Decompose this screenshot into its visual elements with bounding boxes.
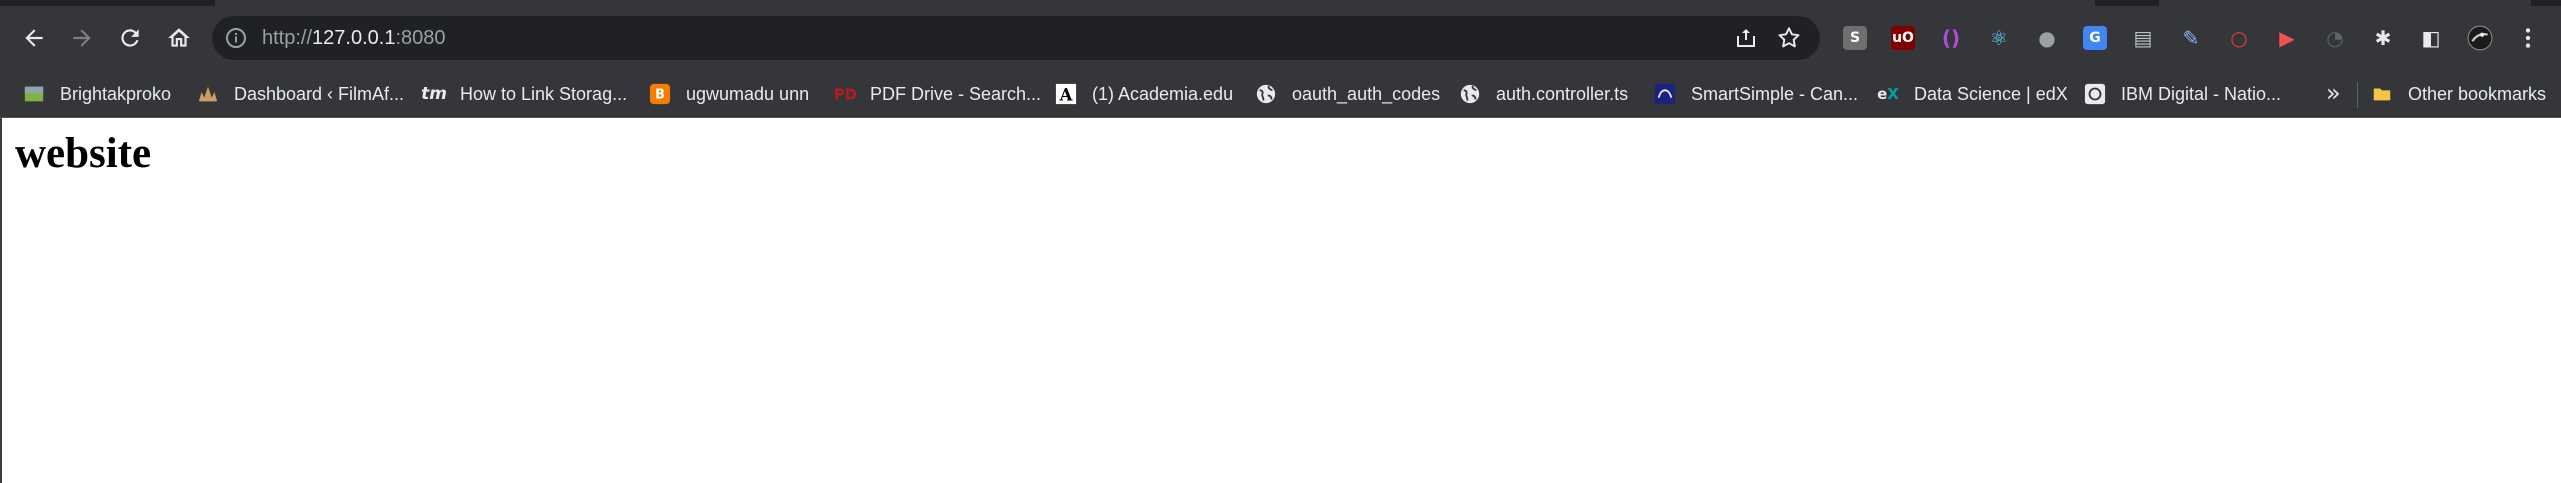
- ublock-origin-button[interactable]: uO: [1887, 22, 1919, 54]
- academia-icon: A: [1054, 82, 1078, 106]
- home-icon: [168, 28, 190, 47]
- site-info-icon[interactable]: [224, 26, 248, 50]
- pdfdrive-icon: PD: [832, 82, 856, 106]
- bookmark-item[interactable]: tm How to Link Storag...: [421, 70, 628, 118]
- svg-text:A: A: [1059, 85, 1073, 104]
- side-panel-icon: ◧: [2421, 26, 2441, 50]
- side-panel-button[interactable]: ◧: [2415, 22, 2447, 54]
- url-port: :8080: [395, 27, 446, 49]
- page-heading: website: [15, 130, 152, 177]
- react-devtools-button[interactable]: ⚛: [1983, 22, 2015, 54]
- tm-icon: tm: [421, 84, 447, 104]
- avatar-icon: [2467, 25, 2493, 51]
- ublock-origin-icon: uO: [1891, 26, 1915, 50]
- svg-text:B: B: [655, 88, 665, 103]
- extension-pen-icon: ✎: [2182, 26, 2200, 50]
- extensions-puzzle-icon: ✱: [2374, 26, 2392, 50]
- extension-grey-icon: ●: [2038, 26, 2056, 50]
- bookmark-item[interactable]: oauth_auth_codes: [1254, 70, 1440, 118]
- other-bookmarks[interactable]: Other bookmarks: [2370, 70, 2546, 118]
- bookmark-label: Data Science | edX: [1914, 83, 2068, 104]
- bookmark-item[interactable]: SmartSimple - Can...: [1653, 70, 1858, 118]
- edx-icon: eX: [1877, 85, 1899, 103]
- globe-icon: [1458, 82, 1482, 106]
- bookmark-label: PDF Drive - Search...: [870, 83, 1042, 104]
- bookmarks-divider: [2357, 82, 2358, 108]
- bookmark-label: IBM Digital - Natio...: [2121, 83, 2282, 104]
- share-icon[interactable]: [1734, 26, 1758, 50]
- page-viewport: website: [0, 118, 2561, 483]
- bookmark-label: Dashboard ‹ FilmAf...: [234, 83, 405, 104]
- extension-red-ring-icon: ○: [2230, 26, 2248, 50]
- extension-s-button[interactable]: S: [1839, 22, 1871, 54]
- extension-gauge-button[interactable]: ◔: [2319, 22, 2351, 54]
- other-bookmarks-label: Other bookmarks: [2408, 83, 2547, 104]
- bookmark-label: SmartSimple - Can...: [1691, 83, 1859, 104]
- bookmark-label: How to Link Storag...: [460, 83, 628, 104]
- smartsimple-icon: [1653, 82, 1677, 106]
- bookmark-item[interactable]: A (1) Academia.edu: [1054, 70, 1233, 118]
- extension-video-button[interactable]: ▶: [2271, 22, 2303, 54]
- folder-icon: [2370, 82, 2394, 106]
- extension-s-icon: S: [1843, 26, 1867, 50]
- extension-brackets-button[interactable]: (): [1935, 22, 1967, 54]
- svg-text:PD: PD: [834, 87, 856, 104]
- profile-avatar[interactable]: [2462, 20, 2498, 56]
- reload-button[interactable]: [112, 20, 148, 56]
- bookmark-label: ugwumadu unn: [686, 83, 810, 104]
- bookmark-label: auth.controller.ts: [1496, 83, 1629, 104]
- browser-menu-button[interactable]: [2510, 20, 2546, 56]
- back-icon: [25, 29, 43, 47]
- back-button[interactable]: [16, 20, 52, 56]
- bookmark-label: Brightakproko: [60, 83, 172, 104]
- google-translate-button[interactable]: G: [2079, 22, 2111, 54]
- reload-icon: [121, 29, 139, 47]
- home-button[interactable]: [161, 20, 197, 56]
- bookmark-item[interactable]: Bugwumadu unn: [648, 70, 809, 118]
- extension-doc-button[interactable]: ▤: [2127, 22, 2159, 54]
- bookmark-star-icon[interactable]: [1776, 25, 1802, 51]
- image-icon: [22, 82, 46, 106]
- forward-icon: [73, 29, 91, 47]
- url-text[interactable]: http://127.0.0.1:8080: [262, 16, 446, 60]
- bookmark-item[interactable]: IBM Digital - Natio...: [2083, 70, 2281, 118]
- address-bar[interactable]: http://127.0.0.1:8080: [212, 16, 1820, 60]
- globe-icon: [1254, 82, 1278, 106]
- bookmark-label: (1) Academia.edu: [1092, 83, 1234, 104]
- url-host: 127.0.0.1: [312, 27, 396, 49]
- blogger-icon: B: [648, 82, 672, 106]
- browser-toolbar: http://127.0.0.1:8080 SuO () ⚛ ● G ▤ ✎ ○ ▶ ◔ ✱ ◧: [0, 6, 2561, 70]
- react-devtools-icon: ⚛: [1990, 26, 2008, 50]
- kebab-menu-icon: [2525, 28, 2531, 48]
- extension-brackets-icon: (): [1941, 26, 1961, 50]
- forward-button[interactable]: [64, 20, 100, 56]
- bookmarks-bar: Brightakproko Dashboard ‹ FilmAf... tm How …: [0, 70, 2561, 118]
- bookmarks-overflow-button[interactable]: »: [2326, 70, 2341, 118]
- extension-pen-button[interactable]: ✎: [2175, 22, 2207, 54]
- google-translate-icon: G: [2083, 26, 2107, 50]
- extension-video-icon: ▶: [2279, 26, 2295, 50]
- url-scheme: http://: [262, 27, 313, 49]
- extension-red-ring-button[interactable]: ○: [2223, 22, 2255, 54]
- bookmark-item[interactable]: Brightakproko: [22, 70, 171, 118]
- bookmark-item[interactable]: PD PDF Drive - Search...: [832, 70, 1041, 118]
- extension-grey-button[interactable]: ●: [2031, 22, 2063, 54]
- wordpress-icon: [196, 82, 220, 106]
- bookmark-item[interactable]: eX Data Science | edX: [1876, 70, 2068, 118]
- extension-doc-icon: ▤: [2133, 26, 2153, 50]
- bookmark-item[interactable]: Dashboard ‹ FilmAf...: [196, 70, 404, 118]
- bookmark-label: oauth_auth_codes: [1292, 83, 1441, 104]
- bookmark-item[interactable]: auth.controller.ts: [1458, 70, 1628, 118]
- extensions-puzzle-button[interactable]: ✱: [2367, 22, 2399, 54]
- ibm-icon: [2083, 82, 2107, 106]
- extension-gauge-icon: ◔: [2326, 26, 2344, 50]
